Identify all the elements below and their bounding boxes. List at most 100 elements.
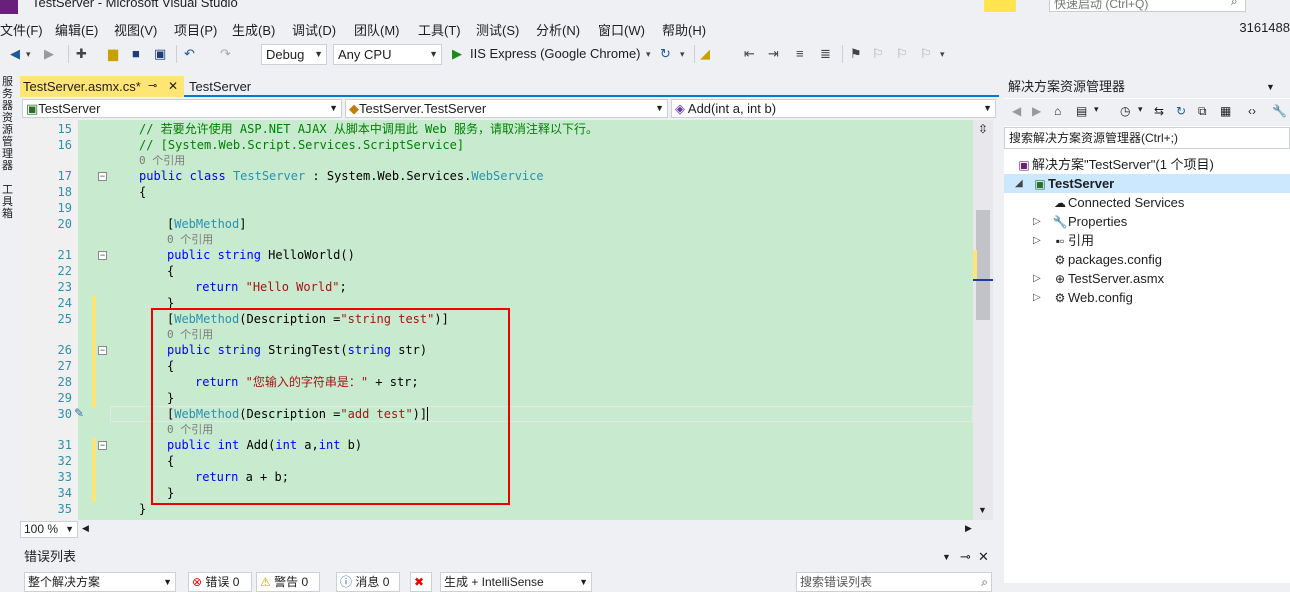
properties-wrench-icon[interactable]: 🔧 <box>1272 104 1287 118</box>
pin-icon[interactable]: ⊸ <box>148 76 157 97</box>
class-nav-select[interactable]: ◆TestServer.TestServer ▼ <box>345 99 668 118</box>
collapse-icon[interactable]: − <box>98 346 107 355</box>
reference-count-link[interactable]: 0 个引用 <box>167 232 213 248</box>
clear-filter-icon[interactable]: ✖ <box>410 572 432 592</box>
forward-icon[interactable]: ▶ <box>1032 104 1041 118</box>
error-search-input[interactable]: 搜索错误列表 ⌕ <box>796 572 992 592</box>
errors-filter-button[interactable]: ⊗ 错误 0 <box>188 572 252 592</box>
browser-link-icon[interactable]: ◢ <box>700 45 710 63</box>
tab-testserver[interactable]: TestServer <box>184 76 264 97</box>
back-icon[interactable]: ◀ <box>1012 104 1021 118</box>
collapse-icon[interactable]: − <box>98 172 107 181</box>
back-icon[interactable]: ◀ <box>10 45 20 63</box>
tree-item-packages-config[interactable]: ⚙ packages.config <box>1052 250 1162 269</box>
panel-menu-icon[interactable]: ▼ <box>1266 76 1275 98</box>
step-icon[interactable]: ⇤ <box>744 45 755 63</box>
start-debug-icon[interactable]: ▶ <box>452 45 462 63</box>
messages-filter-button[interactable]: ⓘ 消息 0 <box>336 572 400 592</box>
project-nav-select[interactable]: ▣TestServer ▼ <box>22 99 342 118</box>
forward-icon[interactable]: ▶ <box>44 45 54 63</box>
zoom-select[interactable]: 100 % ▼ <box>20 521 78 538</box>
quick-action-brush-icon[interactable]: ✎ <box>74 406 84 420</box>
error-scope-select[interactable]: 整个解决方案 ▼ <box>24 572 176 592</box>
menu-file[interactable]: 文件(F) <box>0 20 43 39</box>
tab-testserver-asmx-cs[interactable]: TestServer.asmx.cs* ⊸ ✕ <box>20 76 184 97</box>
new-project-icon[interactable]: ✚ <box>76 45 87 63</box>
panel-menu-icon[interactable]: ▼ <box>942 547 951 567</box>
open-file-icon[interactable]: ▆ <box>108 45 118 63</box>
warnings-filter-button[interactable]: ⚠ 警告 0 <box>256 572 320 592</box>
toolbox-tab[interactable]: 工具箱 <box>2 184 14 220</box>
menu-view[interactable]: 视图(V) <box>114 20 157 39</box>
run-target-button[interactable]: IIS Express (Google Chrome) <box>470 45 641 63</box>
collapse-all-icon[interactable]: ⧉ <box>1198 104 1207 119</box>
tree-item-solution[interactable]: ▣ 解决方案"TestServer"(1 个项目) <box>1016 155 1214 174</box>
undo-icon[interactable]: ↶ <box>184 45 195 63</box>
scroll-right-icon[interactable]: ▶ <box>965 523 972 534</box>
build-filter-select[interactable]: 生成 + IntelliSense ▼ <box>440 572 592 592</box>
solution-config-select[interactable]: Debug ▼ <box>261 44 327 65</box>
back-dropdown-icon[interactable]: ▾ <box>26 45 31 63</box>
platform-select[interactable]: Any CPU ▼ <box>333 44 442 65</box>
view-code-icon[interactable]: ‹› <box>1248 104 1256 118</box>
tree-item-project[interactable]: ▣ TestServer <box>1032 174 1114 193</box>
refresh-icon[interactable]: ↻ <box>1176 104 1186 118</box>
sync-icon[interactable]: ⇆ <box>1154 104 1164 118</box>
tree-item-testserver-asmx[interactable]: ⊕ TestServer.asmx <box>1052 269 1164 288</box>
menu-edit[interactable]: 编辑(E) <box>55 20 98 39</box>
notification-flag-icon[interactable] <box>984 0 1016 12</box>
menu-tools[interactable]: 工具(T) <box>418 20 461 39</box>
save-all-icon[interactable]: ▣ <box>154 45 166 63</box>
quick-launch-input[interactable]: 快速启动 (Ctrl+Q) <box>1049 0 1246 12</box>
menu-help[interactable]: 帮助(H) <box>662 20 706 39</box>
collapsed-arrow-icon[interactable]: ▷ <box>1033 292 1041 303</box>
uncomment-icon[interactable]: ≣ <box>820 45 831 63</box>
switch-views-dropdown-icon[interactable]: ▾ <box>1094 104 1099 115</box>
refresh-icon[interactable]: ↻ <box>660 45 671 63</box>
server-explorer-tab[interactable]: 服务器资源管理器 <box>2 76 14 172</box>
home-icon[interactable]: ⌂ <box>1054 104 1061 118</box>
reference-count-link[interactable]: 0 个引用 <box>139 153 185 169</box>
collapsed-arrow-icon[interactable]: ▷ <box>1033 273 1041 284</box>
menu-analyze[interactable]: 分析(N) <box>536 20 580 39</box>
redo-icon[interactable]: ↷ <box>220 45 231 63</box>
save-icon[interactable]: ■ <box>132 45 140 63</box>
next-bookmark-icon[interactable]: ⚐ <box>896 45 908 63</box>
scroll-down-icon[interactable]: ▼ <box>978 505 987 515</box>
run-target-dropdown-icon[interactable]: ▾ <box>646 45 651 63</box>
clear-bookmarks-icon[interactable]: ⚐ <box>920 45 932 63</box>
menu-test[interactable]: 测试(S) <box>476 20 519 39</box>
menu-debug[interactable]: 调试(D) <box>292 20 336 39</box>
collapsed-arrow-icon[interactable]: ▷ <box>1033 235 1041 246</box>
pending-changes-icon[interactable]: ◷ <box>1120 104 1130 118</box>
split-icon[interactable]: ⇳ <box>978 122 988 136</box>
scrollbar-thumb[interactable] <box>976 210 990 320</box>
pending-changes-dropdown-icon[interactable]: ▾ <box>1138 104 1143 115</box>
pin-icon[interactable]: ⊸ <box>960 547 971 567</box>
scroll-left-icon[interactable]: ◀ <box>82 523 89 534</box>
menu-team[interactable]: 团队(M) <box>354 20 400 39</box>
editor-vertical-scrollbar[interactable]: ⇳ ▼ <box>973 120 993 520</box>
user-account[interactable]: 3161488 <box>1239 20 1290 35</box>
tree-item-connected-services[interactable]: ☁ Connected Services <box>1052 193 1184 212</box>
prev-bookmark-icon[interactable]: ⚐ <box>872 45 884 63</box>
refresh-dropdown-icon[interactable]: ▾ <box>680 45 685 63</box>
format-icon[interactable]: ⇥ <box>768 45 779 63</box>
menu-window[interactable]: 窗口(W) <box>598 20 645 39</box>
menu-project[interactable]: 项目(P) <box>174 20 217 39</box>
member-nav-select[interactable]: ◈ Add(int a, int b) ▼ <box>671 99 996 118</box>
tree-item-web-config[interactable]: ⚙ Web.config <box>1052 288 1133 307</box>
toolbar-overflow-icon[interactable]: ▾ <box>940 45 945 63</box>
show-all-files-icon[interactable]: ▦ <box>1220 104 1231 118</box>
switch-views-icon[interactable]: ▤ <box>1076 104 1087 118</box>
bookmark-icon[interactable]: ⚑ <box>850 45 862 63</box>
collapsed-arrow-icon[interactable]: ▷ <box>1033 216 1041 227</box>
tree-item-properties[interactable]: 🔧Properties <box>1052 212 1128 231</box>
expanded-arrow-icon[interactable]: ◢ <box>1015 178 1023 189</box>
close-icon[interactable]: ✕ <box>168 76 178 97</box>
collapse-icon[interactable]: − <box>98 441 107 450</box>
comment-icon[interactable]: ≡ <box>796 45 804 63</box>
collapse-icon[interactable]: − <box>98 251 107 260</box>
tree-item-references[interactable]: ▪▫ 引用 <box>1052 231 1094 250</box>
close-icon[interactable]: ✕ <box>978 547 989 567</box>
